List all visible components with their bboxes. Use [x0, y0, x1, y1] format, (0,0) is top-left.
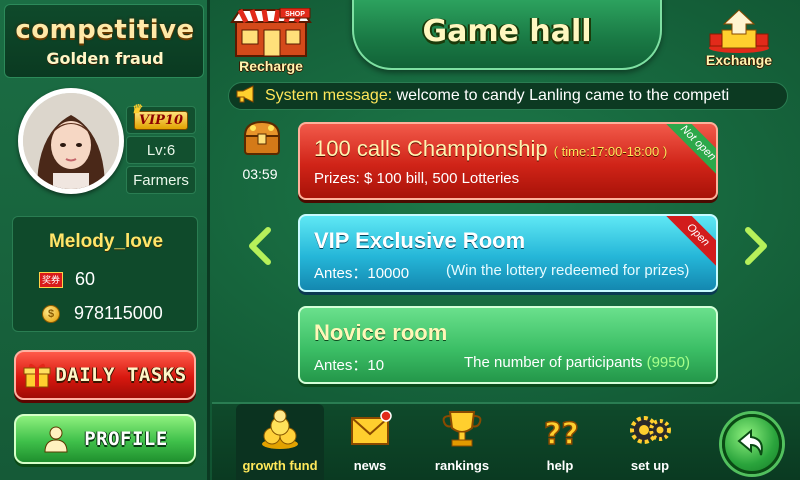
back-button[interactable] — [722, 414, 782, 474]
gear-icon — [630, 416, 671, 444]
room-antes: Antes：10 — [314, 357, 385, 374]
exchange-label: Exchange — [705, 52, 773, 68]
nav-set-up[interactable]: set up — [606, 404, 694, 480]
system-message-text: welcome to candy Lanling came to the com… — [392, 87, 730, 104]
page-title: Game hall — [422, 14, 592, 49]
nav-help[interactable]: ?? help — [516, 404, 604, 480]
username: Melody_love — [48, 231, 164, 252]
chevron-left-icon — [249, 227, 271, 265]
trophy-icon — [442, 411, 482, 447]
envelope-icon — [351, 410, 392, 445]
room-vip[interactable]: VIP Exclusive Room Antes：10000 (Win the … — [298, 214, 718, 292]
recharge-label: Recharge — [239, 58, 303, 74]
nav-label: rankings — [434, 458, 490, 473]
question-icon: ?? — [543, 416, 579, 452]
system-message: System message: welcome to candy Lanling… — [265, 87, 729, 105]
room-time: ( time:17:00-18:00 ) — [553, 144, 668, 159]
gift-icon — [23, 362, 51, 388]
exchange-button[interactable]: Exchange — [694, 8, 784, 72]
nav-label: set up — [630, 458, 670, 473]
back-arrow-icon — [737, 428, 763, 456]
game-hall-screen: competitive Golden fraud ♛ VIP10 Lv:6 Fa… — [0, 0, 800, 480]
user-info-box: Melody_love 奖券 60 $ 978115000 — [12, 216, 198, 332]
nav-label: news — [353, 458, 387, 473]
room-title: Novice room — [314, 320, 448, 345]
status-ribbon: Not open — [663, 124, 716, 178]
nav-news[interactable]: news — [326, 404, 414, 480]
coin-icon: $ — [42, 304, 60, 323]
shop-icon: SHOP — [230, 7, 312, 57]
room-note: (Win the lottery redeemed for prizes) — [446, 262, 690, 279]
coins-count: 978115000 — [74, 303, 163, 323]
next-page-arrow[interactable] — [742, 226, 770, 266]
room-title-text: 100 calls Championship — [314, 136, 548, 161]
room-prizes: Prizes: $ 100 bill, 500 Lotteries — [314, 170, 520, 187]
prev-page-arrow[interactable] — [246, 226, 274, 266]
recharge-button[interactable]: SHOP Recharge — [228, 7, 314, 74]
treasure-chest-icon — [243, 120, 281, 155]
vip-badge: ♛ VIP10 — [131, 102, 189, 130]
coin-pile-icon — [262, 409, 298, 449]
room-novice[interactable]: Novice room Antes：10 The number of parti… — [298, 306, 718, 384]
room-championship[interactable]: 100 calls Championship ( time:17:00-18:0… — [298, 122, 718, 200]
room-antes: Antes：10000 — [314, 265, 410, 282]
room-title: VIP Exclusive Room — [314, 228, 526, 253]
svg-text:??: ?? — [544, 417, 579, 452]
participants-count: (9950) — [646, 354, 690, 371]
daily-tasks-label: DAILY TASKS — [55, 364, 187, 386]
profile-label: PROFILE — [84, 428, 168, 450]
brand-logo: competitive Golden fraud — [4, 4, 204, 78]
avatar[interactable] — [18, 88, 124, 194]
person-icon — [42, 425, 70, 453]
crown-icon: ♛ — [130, 101, 142, 116]
nav-label: growth fund — [242, 458, 318, 473]
system-message-bar: System message: welcome to candy Lanling… — [228, 82, 788, 110]
nav-rankings[interactable]: rankings — [418, 404, 506, 480]
player-rank: Farmers — [126, 166, 196, 194]
avatar-image — [23, 93, 119, 189]
brand-title: competitive — [15, 15, 195, 45]
exchange-icon — [709, 9, 769, 53]
megaphone-icon — [235, 84, 257, 108]
participants-label: The number of participants — [464, 354, 647, 371]
player-rank-box: ♛ VIP10 Lv:6 Farmers — [126, 102, 196, 196]
left-panel: competitive Golden fraud ♛ VIP10 Lv:6 Fa… — [0, 0, 210, 480]
ticket-icon: 奖券 — [39, 271, 63, 288]
profile-button[interactable]: PROFILE — [14, 414, 196, 464]
shop-sign: SHOP — [285, 11, 305, 18]
room-participants: The number of participants (9950) — [464, 354, 690, 371]
tickets-row: 奖券 60 — [39, 269, 95, 290]
daily-tasks-button[interactable]: DAILY TASKS — [14, 350, 196, 400]
timer-text: 03:59 — [242, 166, 278, 182]
coins-row: $ 978115000 — [39, 303, 163, 324]
nav-label: help — [546, 458, 574, 473]
vip-level: ♛ VIP10 — [126, 102, 196, 134]
nav-growth-fund[interactable]: growth fund — [236, 404, 324, 480]
chevron-right-icon — [745, 227, 767, 265]
tickets-count: 60 — [75, 269, 96, 289]
player-level: Lv:6 — [126, 136, 196, 164]
system-message-label: System message: — [265, 87, 393, 104]
room-title: 100 calls Championship ( time:17:00-18:0… — [314, 136, 667, 162]
brand-subtitle: Golden fraud — [46, 49, 164, 68]
vip-badge-text: VIP10 — [138, 112, 184, 128]
championship-timer: 03:59 — [234, 118, 286, 188]
